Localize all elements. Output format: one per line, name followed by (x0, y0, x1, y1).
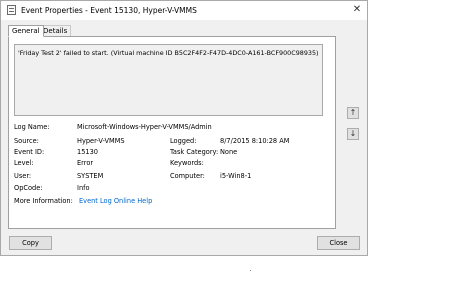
up-arrow-icon: ↑ (349, 108, 357, 117)
close-button[interactable]: Close (317, 236, 360, 250)
window-title: Event Properties - Event 15130, Hyper-V-… (21, 6, 197, 15)
level-label: Level: (14, 159, 34, 167)
task-category-label: Task Category: (170, 148, 219, 156)
logged-label: Logged: (170, 137, 197, 145)
computer-value: i5-Win8-1 (220, 172, 252, 180)
log-name-value: Microsoft-Windows-Hyper-V-VMMS/Admin (77, 123, 212, 131)
level-value: Error (77, 159, 94, 167)
task-category-value: None (220, 148, 238, 156)
event-properties-window: Event Properties - Event 15130, Hyper-V-… (0, 0, 368, 256)
source-label: Source: (14, 137, 39, 145)
event-log-online-help-link[interactable]: Event Log Online Help (79, 197, 152, 205)
opcode-value: Info (77, 184, 90, 192)
event-id-value: 15130 (77, 148, 98, 156)
more-information-label: More Information: (14, 197, 73, 205)
previous-event-button[interactable]: ↑ (347, 107, 359, 119)
stray-dot (250, 270, 251, 271)
close-window-icon[interactable]: ✕ (350, 3, 364, 17)
tab-general[interactable]: General (8, 25, 44, 37)
keywords-label: Keywords: (170, 159, 204, 167)
event-id-label: Event ID: (14, 148, 45, 156)
log-name-label: Log Name: (14, 123, 50, 131)
source-value: Hyper-V-VMMS (77, 137, 125, 145)
title-bar: Event Properties - Event 15130, Hyper-V-… (1, 1, 367, 20)
copy-button[interactable]: Copy (9, 236, 52, 250)
user-label: User: (14, 172, 32, 180)
event-viewer-icon (7, 5, 16, 15)
computer-label: Computer: (170, 172, 205, 180)
next-event-button[interactable]: ↓ (347, 128, 359, 140)
user-value: SYSTEM (77, 172, 104, 180)
logged-value: 8/7/2015 8:10:28 AM (220, 137, 290, 145)
event-description[interactable]: 'Friday Test 2' failed to start. (Virtua… (14, 44, 323, 116)
down-arrow-icon: ↓ (349, 129, 357, 138)
opcode-label: OpCode: (14, 184, 43, 192)
